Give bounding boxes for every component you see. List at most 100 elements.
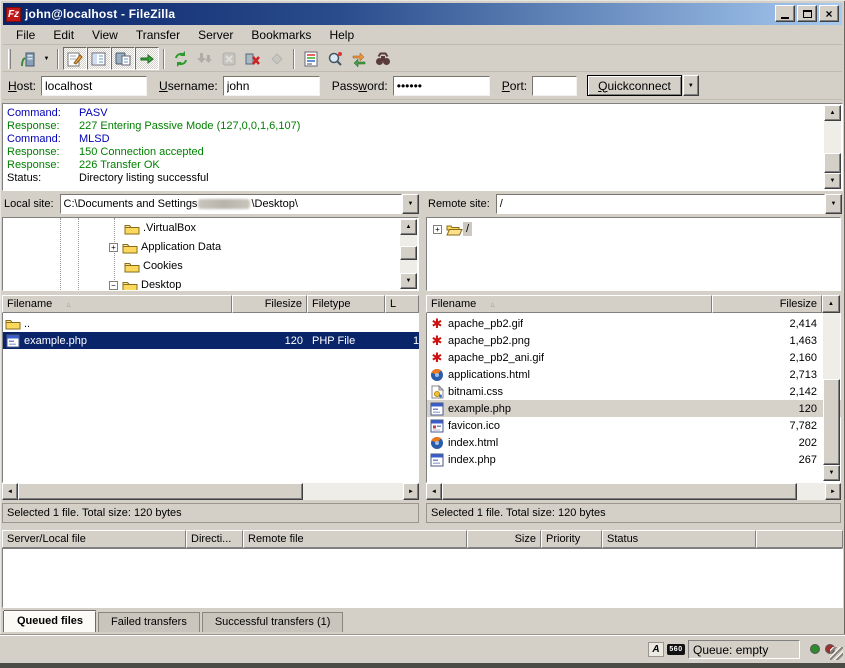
reconnect-button[interactable]	[265, 47, 289, 70]
local-site-combobox[interactable]: C:\Documents and Settings\Desktop\ ▼	[60, 194, 419, 214]
scrollbar-thumb[interactable]	[824, 153, 841, 173]
sync-browsing-icon	[350, 50, 368, 68]
local-site-dropdown-button[interactable]: ▼	[402, 194, 419, 214]
scrollbar-right-button[interactable]: ►	[825, 483, 841, 500]
column-header-direction[interactable]: Directi...	[186, 530, 243, 548]
toggle-message-log-button[interactable]	[63, 47, 87, 70]
remote-site-combobox[interactable]: / ▼	[496, 194, 842, 214]
filters-icon	[302, 50, 320, 68]
scrollbar-thumb[interactable]	[823, 379, 840, 465]
port-input[interactable]	[532, 76, 577, 96]
column-header-filename[interactable]: Filename▵	[426, 295, 712, 313]
refresh-button[interactable]	[169, 47, 193, 70]
file-row[interactable]: index.html 202	[427, 434, 841, 451]
column-header-filesize[interactable]: Filesize	[232, 295, 307, 313]
quickconnect-dropdown-button[interactable]: ▼	[683, 75, 699, 96]
quickconnect-bar: Host: Username: Password: Port: Quickcon…	[3, 72, 842, 100]
column-header-priority[interactable]: Priority	[541, 530, 602, 548]
local-site-path[interactable]: C:\Documents and Settings\Desktop\	[60, 194, 402, 214]
tree-item-virtualbox[interactable]: .VirtualBox	[124, 219, 199, 237]
menu-bookmarks[interactable]: Bookmarks	[242, 25, 320, 45]
tab-queued-files[interactable]: Queued files	[4, 611, 96, 632]
column-header-last-modified[interactable]: L	[385, 295, 419, 313]
column-header-remote-file[interactable]: Remote file	[243, 530, 467, 548]
menu-view[interactable]: View	[83, 25, 127, 45]
tree-item-root[interactable]: + /	[433, 220, 472, 238]
scrollbar-up-button[interactable]: ▲	[822, 295, 840, 313]
column-header-server-local-file[interactable]: Server/Local file	[2, 530, 186, 548]
column-header-status[interactable]: Status	[602, 530, 756, 548]
host-input[interactable]	[41, 76, 147, 96]
expand-plus-icon[interactable]: +	[433, 225, 442, 234]
file-row-example-php[interactable]: example.php 120 PHP File 1	[3, 332, 419, 349]
resize-grip-icon[interactable]	[830, 647, 843, 660]
remote-site-dropdown-button[interactable]: ▼	[825, 194, 842, 214]
file-row[interactable]: bitnami.css 2,142	[427, 383, 841, 400]
collapse-minus-icon[interactable]: −	[109, 281, 118, 290]
password-input[interactable]	[393, 76, 490, 96]
scrollbar-up-button[interactable]: ▲	[824, 105, 841, 121]
queue-tabs: Queued files Failed transfers Successful…	[4, 612, 343, 632]
toolbar-grip[interactable]	[8, 49, 11, 69]
tab-failed-transfers[interactable]: Failed transfers	[98, 612, 200, 632]
file-row[interactable]: favicon.ico 7,782	[427, 417, 841, 434]
scrollbar-up-button[interactable]: ▲	[400, 219, 417, 235]
scrollbar-down-button[interactable]: ▼	[824, 173, 841, 189]
file-row[interactable]: index.php 267	[427, 451, 841, 468]
menu-transfer[interactable]: Transfer	[127, 25, 189, 45]
menu-server[interactable]: Server	[189, 25, 242, 45]
scrollbar-thumb[interactable]	[18, 483, 303, 500]
apache-feather-icon: ✱	[429, 351, 445, 365]
toggle-local-tree-button[interactable]	[87, 47, 111, 70]
file-row[interactable]: applications.html 2,713	[427, 366, 841, 383]
column-header-size[interactable]: Size	[467, 530, 541, 548]
scrollbar-down-button[interactable]: ▼	[400, 273, 417, 289]
remote-horizontal-scrollbar[interactable]: ◄ ►	[426, 483, 841, 500]
quickconnect-button[interactable]: Quickconnect	[587, 75, 682, 96]
scrollbar-thumb[interactable]	[442, 483, 797, 500]
expand-plus-icon[interactable]: +	[109, 243, 118, 252]
find-files-button[interactable]	[371, 47, 395, 70]
scrollbar-down-button[interactable]: ▼	[823, 465, 840, 481]
maximize-button[interactable]	[797, 5, 817, 22]
tree-item-desktop[interactable]: − Desktop	[109, 276, 184, 291]
column-header-filetype[interactable]: Filetype	[307, 295, 385, 313]
menu-file[interactable]: File	[7, 25, 44, 45]
synchronized-browsing-button[interactable]	[347, 47, 371, 70]
file-row-parent-dir[interactable]: ..	[3, 315, 419, 332]
file-row[interactable]: ✱ apache_pb2_ani.gif 2,160	[427, 349, 841, 366]
compare-icon	[326, 50, 344, 68]
menu-edit[interactable]: Edit	[44, 25, 83, 45]
toggle-transfer-queue-button[interactable]	[135, 47, 159, 70]
toolbar: ▼	[3, 46, 842, 72]
menu-help[interactable]: Help	[320, 25, 363, 45]
directory-listing-filters-button[interactable]	[299, 47, 323, 70]
site-manager-button[interactable]	[16, 47, 40, 70]
column-header-filename[interactable]: Filename▵	[2, 295, 232, 313]
disconnect-button[interactable]	[241, 47, 265, 70]
cancel-operation-button[interactable]	[217, 47, 241, 70]
scrollbar-right-button[interactable]: ►	[403, 483, 419, 500]
directory-comparison-button[interactable]	[323, 47, 347, 70]
local-horizontal-scrollbar[interactable]: ◄ ►	[2, 483, 419, 500]
scroll-up-icon: ▲	[830, 110, 836, 116]
scrollbar-left-button[interactable]: ◄	[2, 483, 18, 500]
process-queue-button[interactable]	[193, 47, 217, 70]
tree-item-application-data[interactable]: + Application Data	[109, 238, 224, 256]
scrollbar-left-button[interactable]: ◄	[426, 483, 442, 500]
file-row[interactable]: ✱ apache_pb2.png 1,463	[427, 332, 841, 349]
minimize-button[interactable]	[775, 5, 795, 22]
remote-site-path[interactable]: /	[496, 194, 825, 214]
title-bar[interactable]: Fz john@localhost - FileZilla ×	[3, 3, 842, 25]
file-row[interactable]: ✱ apache_pb2.gif 2,414	[427, 315, 841, 332]
tree-item-cookies[interactable]: Cookies	[124, 257, 186, 275]
scrollbar-thumb[interactable]	[400, 246, 417, 260]
column-header-filesize[interactable]: Filesize	[712, 295, 822, 313]
queue-list[interactable]	[2, 548, 843, 608]
tab-successful-transfers[interactable]: Successful transfers (1)	[202, 612, 344, 632]
toggle-remote-tree-button[interactable]	[111, 47, 135, 70]
file-row-selected[interactable]: example.php 120	[427, 400, 841, 417]
username-input[interactable]	[223, 76, 320, 96]
close-button[interactable]: ×	[819, 5, 839, 22]
site-manager-dropdown-button[interactable]: ▼	[40, 47, 53, 70]
